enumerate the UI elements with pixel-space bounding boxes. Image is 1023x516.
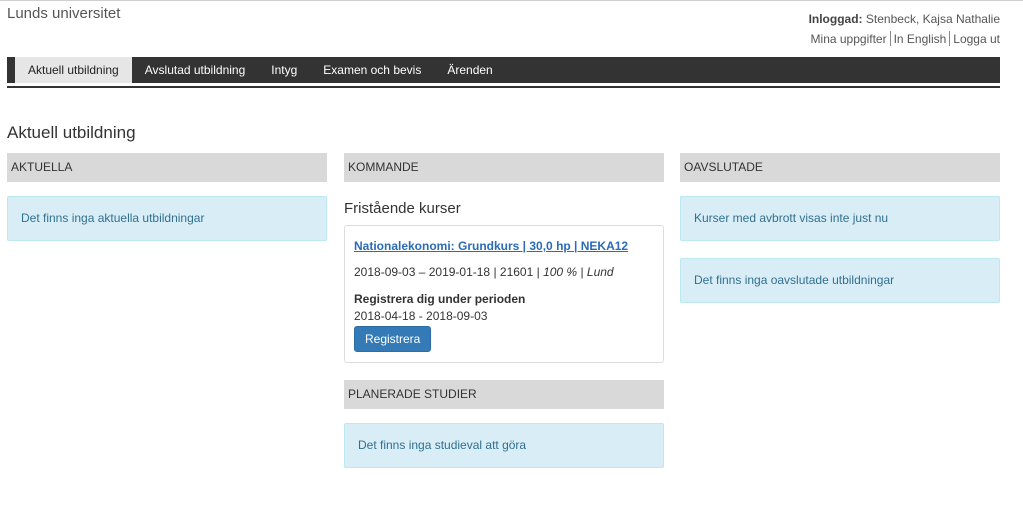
user-box: Inloggad: Stenbeck, Kajsa Nathalie Mina … [808, 9, 1000, 49]
register-period-label: Registrera dig under perioden [354, 292, 526, 306]
register-button[interactable]: Registrera [354, 326, 432, 352]
logged-in-label: Inloggad: [808, 12, 863, 26]
user-name: Stenbeck, Kajsa Nathalie [865, 12, 1000, 26]
tab-arenden[interactable]: Ärenden [434, 57, 505, 83]
planerade-section: PLANERADE STUDIER Det finns inga studiev… [344, 380, 664, 468]
logout-link[interactable]: Logga ut [950, 32, 1000, 46]
tab-examen-och-bevis[interactable]: Examen och bevis [310, 57, 434, 83]
tab-intyg[interactable]: Intyg [258, 57, 310, 83]
course-location: Lund [586, 265, 614, 279]
oavslutade-column: OAVSLUTADE Kurser med avbrott visas inte… [680, 153, 1000, 303]
register-period-dates: 2018-04-18 - 2018-09-03 [354, 309, 488, 323]
course-code: 21601 [499, 265, 534, 279]
page-title: Aktuell utbildning [7, 123, 136, 142]
in-english-link[interactable]: In English [891, 32, 950, 46]
tab-aktuell-utbildning[interactable]: Aktuell utbildning [15, 57, 132, 83]
planerade-header: PLANERADE STUDIER [344, 380, 664, 409]
oavslutade-info-message: Det finns inga oavslutade utbildningar [680, 258, 1000, 303]
fristaende-kurser-title: Fristående kurser [344, 200, 461, 217]
course-meta: 2018-09-03 – 2019-01-18 | 21601 | 100 % … [354, 265, 614, 279]
aktuella-header: AKTUELLA [7, 153, 327, 182]
university-logo-text: Lunds universitet [7, 5, 121, 22]
my-details-link[interactable]: Mina uppgifter [808, 32, 890, 46]
avbrott-info-message: Kurser med avbrott visas inte just nu [680, 196, 1000, 241]
kommande-header: KOMMANDE [344, 153, 664, 182]
logged-in-line: Inloggad: Stenbeck, Kajsa Nathalie [808, 9, 1000, 29]
planerade-info-message: Det finns inga studieval att göra [344, 423, 664, 468]
oavslutade-header: OAVSLUTADE [680, 153, 1000, 182]
aktuella-column: AKTUELLA Det finns inga aktuella utbildn… [7, 153, 327, 241]
course-dates: 2018-09-03 – 2019-01-18 [354, 265, 491, 279]
main-nav: Aktuell utbildning Avslutad utbildning I… [7, 57, 1000, 86]
course-title-link[interactable]: Nationalekonomi: Grundkurs | 30,0 hp | N… [354, 239, 628, 253]
course-card: Nationalekonomi: Grundkurs | 30,0 hp | N… [344, 225, 664, 363]
kommande-column: KOMMANDE Fristående kurser Nationalekono… [344, 153, 664, 468]
course-pace: 100 % [543, 265, 578, 279]
aktuella-info-message: Det finns inga aktuella utbildningar [7, 196, 327, 241]
tab-avslutad-utbildning[interactable]: Avslutad utbildning [132, 57, 259, 83]
user-links: Mina uppgifter In English Logga ut [808, 29, 1000, 49]
